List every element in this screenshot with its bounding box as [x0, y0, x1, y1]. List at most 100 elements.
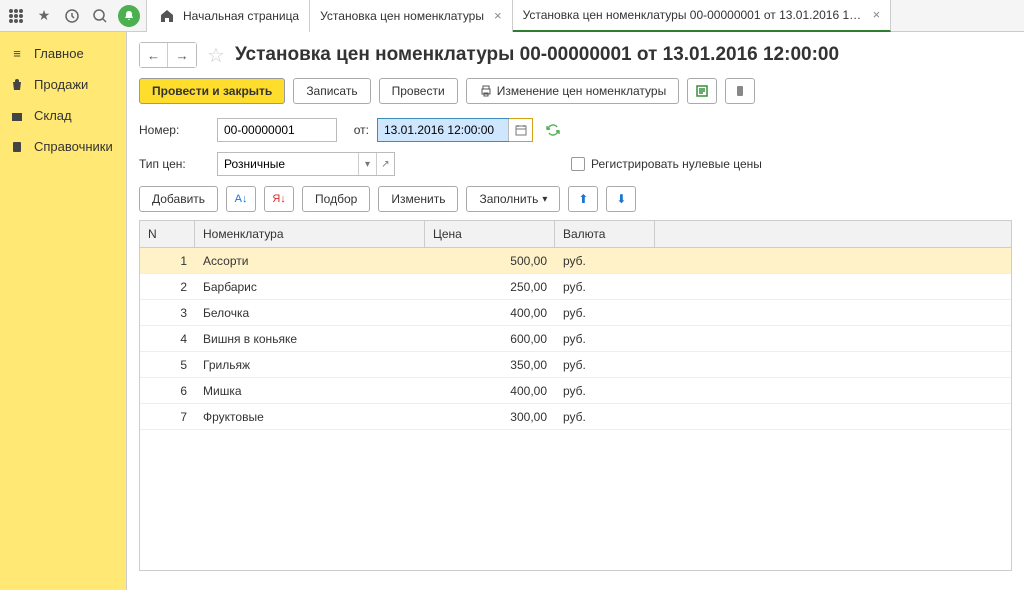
- cell-price: 500,00: [425, 254, 555, 268]
- cell-price: 250,00: [425, 280, 555, 294]
- checkbox-icon: [571, 157, 585, 171]
- date-label: от:: [345, 123, 369, 137]
- sidebar-item-main[interactable]: ≡ Главное: [0, 38, 126, 69]
- add-button[interactable]: Добавить: [139, 186, 218, 212]
- table-row[interactable]: 6Мишка400,00руб.: [140, 378, 1011, 404]
- chevron-down-icon: ▾: [542, 194, 547, 205]
- cell-n: 3: [140, 306, 195, 320]
- cell-currency: руб.: [555, 332, 655, 346]
- repeat-icon[interactable]: [545, 123, 561, 137]
- sidebar-item-label: Продажи: [34, 77, 88, 92]
- register-zero-checkbox[interactable]: Регистрировать нулевые цены: [571, 157, 762, 171]
- tab-document[interactable]: Установка цен номенклатуры 00-00000001 о…: [513, 0, 892, 32]
- fill-button[interactable]: Заполнить ▾: [466, 186, 560, 212]
- calendar-icon[interactable]: [508, 119, 532, 141]
- cell-currency: руб.: [555, 254, 655, 268]
- tab-pricelist[interactable]: Установка цен номенклатуры ×: [310, 0, 512, 32]
- cell-price: 400,00: [425, 306, 555, 320]
- back-button[interactable]: ←: [140, 43, 168, 67]
- cell-n: 2: [140, 280, 195, 294]
- col-currency[interactable]: Валюта: [555, 221, 655, 247]
- print-icon: [479, 84, 493, 98]
- cell-currency: руб.: [555, 306, 655, 320]
- cell-price: 600,00: [425, 332, 555, 346]
- table-header: N Номенклатура Цена Валюта: [140, 221, 1011, 248]
- cell-n: 7: [140, 410, 195, 424]
- tab-home[interactable]: Начальная страница: [146, 0, 310, 32]
- sidebar-item-warehouse[interactable]: Склад: [0, 100, 126, 131]
- lines-icon: ≡: [10, 47, 24, 61]
- forward-button[interactable]: →: [168, 43, 196, 67]
- search-icon[interactable]: [90, 6, 110, 26]
- cell-currency: руб.: [555, 358, 655, 372]
- post-close-button[interactable]: Провести и закрыть: [139, 78, 285, 104]
- table-row[interactable]: 2Барбарис250,00руб.: [140, 274, 1011, 300]
- cell-nom: Белочка: [195, 306, 425, 320]
- cell-nom: Фруктовые: [195, 410, 425, 424]
- table-row[interactable]: 3Белочка400,00руб.: [140, 300, 1011, 326]
- tab-label: Установка цен номенклатуры: [320, 9, 484, 23]
- price-change-button[interactable]: Изменение цен номенклатуры: [466, 78, 680, 104]
- close-icon[interactable]: ×: [494, 8, 502, 23]
- pricetype-select: ▾ ↗: [217, 152, 395, 176]
- cell-price: 350,00: [425, 358, 555, 372]
- nav-buttons: ← →: [139, 42, 197, 68]
- favorite-star-icon[interactable]: ☆: [207, 43, 225, 68]
- move-down-button[interactable]: ⬇: [606, 186, 636, 212]
- history-icon[interactable]: [62, 6, 82, 26]
- table-row[interactable]: 5Грильяж350,00руб.: [140, 352, 1011, 378]
- cell-n: 1: [140, 254, 195, 268]
- cell-n: 5: [140, 358, 195, 372]
- sidebar-item-label: Склад: [34, 108, 72, 123]
- apps-icon[interactable]: [6, 6, 26, 26]
- cell-nom: Грильяж: [195, 358, 425, 372]
- close-icon[interactable]: ×: [873, 7, 881, 22]
- chevron-down-icon[interactable]: ▾: [358, 153, 376, 175]
- pricetype-input[interactable]: [218, 153, 358, 175]
- col-price[interactable]: Цена: [425, 221, 555, 247]
- bell-icon[interactable]: [118, 5, 140, 27]
- box-icon: [10, 109, 24, 123]
- sidebar-item-label: Справочники: [34, 139, 113, 154]
- date-field: [377, 118, 533, 142]
- pick-button[interactable]: Подбор: [302, 186, 370, 212]
- number-input[interactable]: [217, 118, 337, 142]
- cell-nom: Мишка: [195, 384, 425, 398]
- table-row[interactable]: 4Вишня в коньяке600,00руб.: [140, 326, 1011, 352]
- star-icon[interactable]: ★: [34, 6, 54, 26]
- pricetype-label: Тип цен:: [139, 157, 209, 171]
- edit-button[interactable]: Изменить: [378, 186, 458, 212]
- col-nom[interactable]: Номенклатура: [195, 221, 425, 247]
- cell-currency: руб.: [555, 280, 655, 294]
- home-icon: [157, 6, 177, 26]
- sort-asc-button[interactable]: А↓: [226, 186, 256, 212]
- table-empty-area[interactable]: [140, 430, 1011, 570]
- tab-label: Установка цен номенклатуры 00-00000001 о…: [523, 8, 863, 22]
- page-title: Установка цен номенклатуры 00-00000001 о…: [235, 44, 839, 66]
- move-up-button[interactable]: ⬆: [568, 186, 598, 212]
- table-row[interactable]: 1Ассорти500,00руб.: [140, 248, 1011, 274]
- report-button[interactable]: [687, 78, 717, 104]
- sidebar-item-refs[interactable]: Справочники: [0, 131, 126, 162]
- cell-n: 6: [140, 384, 195, 398]
- col-n[interactable]: N: [140, 221, 195, 247]
- items-table: N Номенклатура Цена Валюта 1Ассорти500,0…: [139, 220, 1012, 571]
- open-icon[interactable]: ↗: [376, 153, 394, 175]
- cell-price: 300,00: [425, 410, 555, 424]
- table-row[interactable]: 7Фруктовые300,00руб.: [140, 404, 1011, 430]
- date-input[interactable]: [378, 119, 508, 141]
- sort-desc-button[interactable]: Я↓: [264, 186, 294, 212]
- main-content: ← → ☆ Установка цен номенклатуры 00-0000…: [127, 32, 1024, 590]
- cell-nom: Вишня в коньяке: [195, 332, 425, 346]
- save-button[interactable]: Записать: [293, 78, 370, 104]
- sidebar-item-sales[interactable]: Продажи: [0, 69, 126, 100]
- sidebar-item-label: Главное: [34, 46, 84, 61]
- bag-icon: [10, 78, 24, 92]
- cell-price: 400,00: [425, 384, 555, 398]
- sidebar: ≡ Главное Продажи Склад Справочники: [0, 32, 127, 590]
- tab-label: Начальная страница: [183, 9, 299, 23]
- cell-n: 4: [140, 332, 195, 346]
- cell-currency: руб.: [555, 410, 655, 424]
- post-button[interactable]: Провести: [379, 78, 458, 104]
- attach-button[interactable]: [725, 78, 755, 104]
